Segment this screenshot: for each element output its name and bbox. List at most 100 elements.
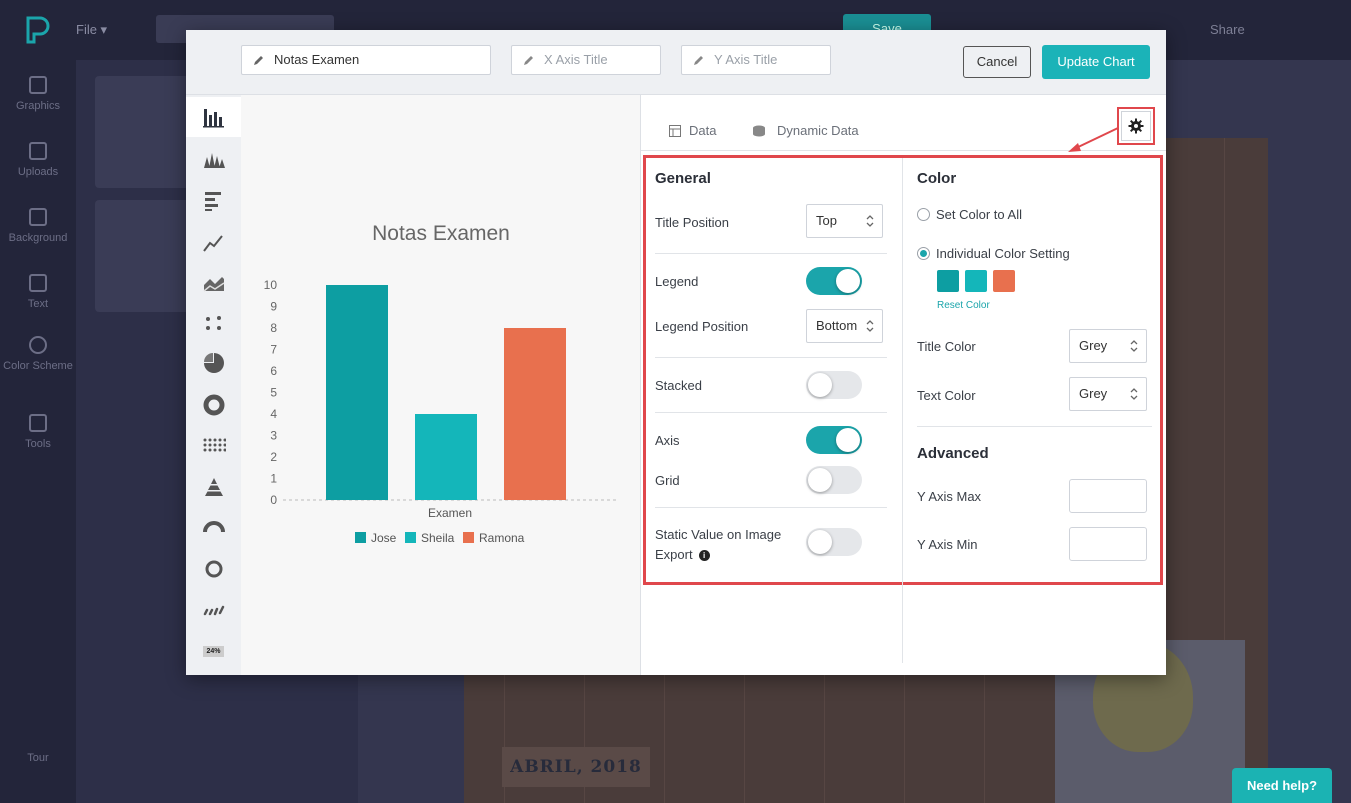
series-color-swatch[interactable] [965,270,987,292]
legend-label: Legend [655,274,699,289]
need-help-button[interactable]: Need help? [1232,768,1332,803]
sidebar-item-color-scheme[interactable]: Color Scheme [0,336,76,372]
y-tick-label: 9 [270,300,277,314]
gear-icon [1128,118,1144,134]
legend-swatch [355,532,366,543]
series-color-swatch[interactable] [937,270,959,292]
legend-position-label: Legend Position [655,319,749,334]
gauge-icon[interactable] [186,507,241,547]
y-tick-label: 5 [270,386,277,400]
legend-label: Jose [371,531,397,545]
title-color-select[interactable]: Grey [1069,329,1147,363]
set-color-all-radio[interactable] [917,208,930,221]
donut-chart-icon[interactable] [186,385,241,425]
chart-type-bar: 24% [186,95,241,675]
set-color-all-label[interactable]: Set Color to All [936,207,1022,222]
pencil-icon [524,56,533,65]
line-chart-icon[interactable] [186,223,241,263]
table-icon [669,124,681,137]
toolbox-icon [29,414,47,432]
file-menu[interactable]: File ▾ [76,22,107,38]
y-tick-label: 2 [270,450,277,464]
image-icon [29,76,47,94]
sidebar-item-uploads[interactable]: Uploads [0,142,76,178]
y-axis-title-input[interactable]: Y Axis Title [681,45,831,75]
legend-swatch [463,532,474,543]
background-icon [29,208,47,226]
bar-jose [326,285,388,500]
series-color-swatch[interactable] [993,270,1015,292]
stacked-toggle[interactable] [806,371,862,399]
grid-toggle[interactable] [806,466,862,494]
y-tick-label: 4 [270,407,277,421]
cancel-button[interactable]: Cancel [963,46,1031,78]
update-chart-button[interactable]: Update Chart [1042,45,1150,79]
bar-ramona [504,328,566,500]
y-tick-label: 0 [270,493,277,507]
legend-label: Ramona [479,531,525,545]
reset-color-link[interactable]: Reset Color [937,300,990,311]
y-axis-max-input[interactable] [1069,479,1147,513]
percentage-icon[interactable]: 24% [186,631,241,671]
pyramid-icon[interactable] [186,467,241,507]
chart-title-input[interactable]: Notas Examen [241,45,491,75]
settings-gear-button[interactable] [1117,107,1155,145]
scatter-chart-icon[interactable] [186,303,241,343]
chart-svg: Notas Examen 0 1 2 3 4 5 6 7 8 9 10 Examen Jose She… [264,222,617,545]
select-arrows-icon [1130,388,1138,400]
left-sidebar: Graphics Uploads Background Text Color S… [0,60,76,803]
select-arrows-icon [1130,340,1138,352]
column-divider [902,158,903,663]
text-icon [29,274,47,292]
sidebar-item-tools[interactable]: Tools [0,414,76,450]
settings-tabs: Data Dynamic Data [641,95,1166,151]
sidebar-item-background[interactable]: Background [0,208,76,244]
static-value-toggle[interactable] [806,528,862,556]
app-logo-icon[interactable] [22,14,52,46]
x-axis-title-input[interactable]: X Axis Title [511,45,661,75]
select-arrows-icon [866,320,874,332]
tour-button[interactable]: Tour [20,752,56,764]
sparkline-icon[interactable] [186,589,241,629]
text-color-label: Text Color [917,388,976,403]
y-tick-label: 10 [264,278,278,292]
sidebar-item-graphics[interactable]: Graphics [0,76,76,112]
general-section-title: General [655,170,711,187]
database-icon [753,125,765,136]
chart-title: Notas Examen [372,222,510,245]
sidebar-item-text[interactable]: Text [0,274,76,310]
share-button[interactable]: Share [1210,22,1245,37]
legend-toggle[interactable] [806,267,862,295]
y-axis-min-input[interactable] [1069,527,1147,561]
area-chart-icon[interactable] [186,263,241,303]
tab-dynamic-data[interactable]: Dynamic Data [753,123,859,138]
y-tick-label: 8 [270,321,277,335]
ring-icon[interactable] [186,549,241,589]
grid-label: Grid [655,473,680,488]
tab-data[interactable]: Data [669,123,716,138]
bar-chart-icon[interactable] [186,97,241,137]
color-section-title: Color [917,170,957,187]
poster-date-text[interactable]: ABRIL, 2018 [502,747,650,787]
individual-color-label[interactable]: Individual Color Setting [936,246,1070,261]
stacked-label: Stacked [655,378,702,393]
chart-editor-modal: Notas Examen X Axis Title Y Axis Title C… [186,30,1166,675]
individual-color-radio[interactable] [917,247,930,260]
horizontal-bar-icon[interactable] [186,181,241,221]
legend-swatch [405,532,416,543]
legend-label: Sheila [421,531,455,545]
info-icon[interactable]: i [698,550,710,562]
title-color-label: Title Color [917,339,976,354]
title-position-select[interactable]: Top [806,204,883,238]
select-arrows-icon [866,215,874,227]
pie-chart-icon[interactable] [186,343,241,383]
dot-matrix-icon[interactable] [186,425,241,465]
pencil-icon [694,56,703,65]
text-color-select[interactable]: Grey [1069,377,1147,411]
static-value-label: Static Value on Image Export i [655,527,782,562]
y-tick-label: 6 [270,364,277,378]
mountain-chart-icon[interactable] [186,139,241,179]
legend-position-select[interactable]: Bottom [806,309,883,343]
advanced-section-title: Advanced [917,445,989,462]
axis-toggle[interactable] [806,426,862,454]
